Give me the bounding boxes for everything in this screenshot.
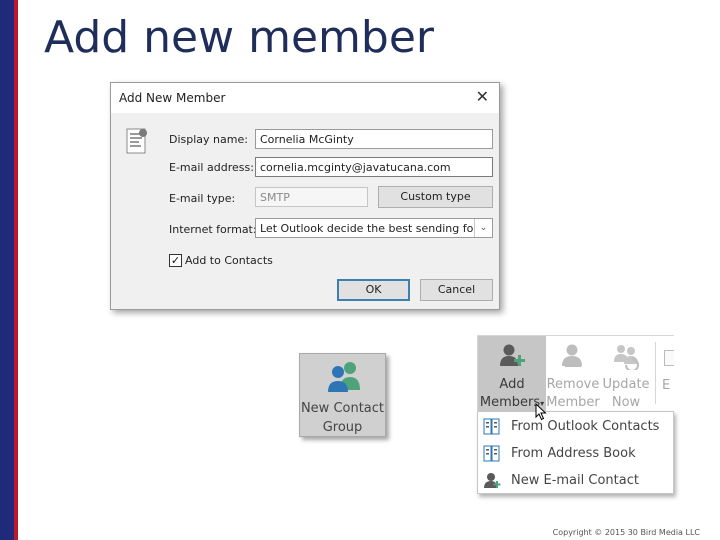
dialog-titlebar: Add New Member ✕ — [111, 83, 499, 113]
close-icon[interactable]: ✕ — [476, 89, 489, 105]
left-accent-bar-blue — [0, 0, 14, 540]
menu-item-from-address-book[interactable]: From Address Book — [478, 441, 673, 467]
update-now-button[interactable]: Update Now — [600, 336, 652, 411]
update-now-label-line1: Update — [602, 377, 650, 392]
internet-format-select[interactable]: Let Outlook decide the best sending form… — [255, 218, 493, 238]
add-new-member-dialog: Add New Member ✕ Display name: Cornelia … — [110, 82, 500, 310]
new-contact-group-label: New Contact Group — [300, 399, 385, 437]
truncated-ribbon-button[interactable]: E — [662, 378, 670, 393]
email-type-label: E-mail type: — [169, 192, 236, 205]
copyright-text: Copyright © 2015 30 Bird Media LLC — [552, 528, 700, 537]
members-ribbon-group: Add Members▾ Remove Member Update Now E — [477, 335, 674, 411]
menu-item-from-outlook-contacts[interactable]: From Outlook Contacts — [478, 414, 673, 440]
display-name-label: Display name: — [169, 133, 248, 146]
email-address-label: E-mail address: — [169, 161, 254, 174]
update-members-icon — [614, 345, 639, 370]
add-members-dropdown-menu: From Outlook Contacts From Address Book … — [477, 411, 674, 494]
remove-member-label: Remove Member — [546, 376, 600, 411]
menu-item-label: New E-mail Contact — [511, 473, 639, 488]
remove-member-label-line1: Remove — [546, 377, 600, 392]
remove-member-label-line2: Member — [546, 395, 600, 410]
new-contact-group-label-line2: Group — [322, 420, 363, 435]
ok-button[interactable]: OK — [337, 279, 410, 301]
address-book-icon — [483, 445, 500, 462]
add-members-button[interactable]: Add Members▾ — [478, 336, 546, 411]
display-name-field[interactable]: Cornelia McGinty — [255, 129, 493, 149]
custom-type-button[interactable]: Custom type — [378, 186, 493, 208]
email-type-field[interactable]: SMTP — [255, 187, 368, 207]
chevron-down-icon[interactable]: ⌄ — [474, 219, 492, 237]
cancel-button[interactable]: Cancel — [420, 279, 493, 301]
menu-item-label: From Outlook Contacts — [511, 419, 660, 434]
update-now-label-line2: Now — [611, 395, 641, 410]
add-to-contacts-checkbox[interactable]: ✓ — [169, 254, 182, 267]
menu-item-label: From Address Book — [511, 446, 636, 461]
mouse-pointer-icon — [535, 403, 547, 421]
menu-item-new-email-contact[interactable]: New E-mail Contact — [478, 468, 673, 494]
remove-member-icon — [562, 344, 582, 367]
contact-group-icon — [328, 362, 360, 392]
remove-member-button[interactable]: Remove Member — [546, 336, 600, 411]
slide: Add new member Add New Member ✕ Display … — [0, 0, 720, 540]
left-accent-bar-red — [14, 0, 18, 540]
address-book-icon — [483, 418, 500, 435]
new-contact-group-button[interactable]: New Contact Group — [299, 353, 386, 437]
update-now-label: Update Now — [600, 376, 652, 411]
internet-format-value: Let Outlook decide the best sending form… — [260, 222, 493, 235]
ribbon-separator — [655, 342, 656, 404]
contact-card-icon — [126, 128, 147, 154]
new-contact-group-label-line1: New Contact — [300, 401, 385, 416]
dialog-title: Add New Member — [119, 91, 226, 105]
truncated-ribbon-icon — [664, 350, 674, 366]
add-member-icon — [500, 344, 525, 366]
email-address-field[interactable]: cornelia.mcginty@javatucana.com — [255, 157, 493, 177]
new-contact-icon — [484, 473, 501, 488]
slide-title: Add new member — [44, 12, 434, 63]
add-to-contacts-label: Add to Contacts — [185, 254, 273, 267]
internet-format-label: Internet format: — [169, 223, 257, 236]
add-members-label-line1: Add — [499, 377, 525, 392]
